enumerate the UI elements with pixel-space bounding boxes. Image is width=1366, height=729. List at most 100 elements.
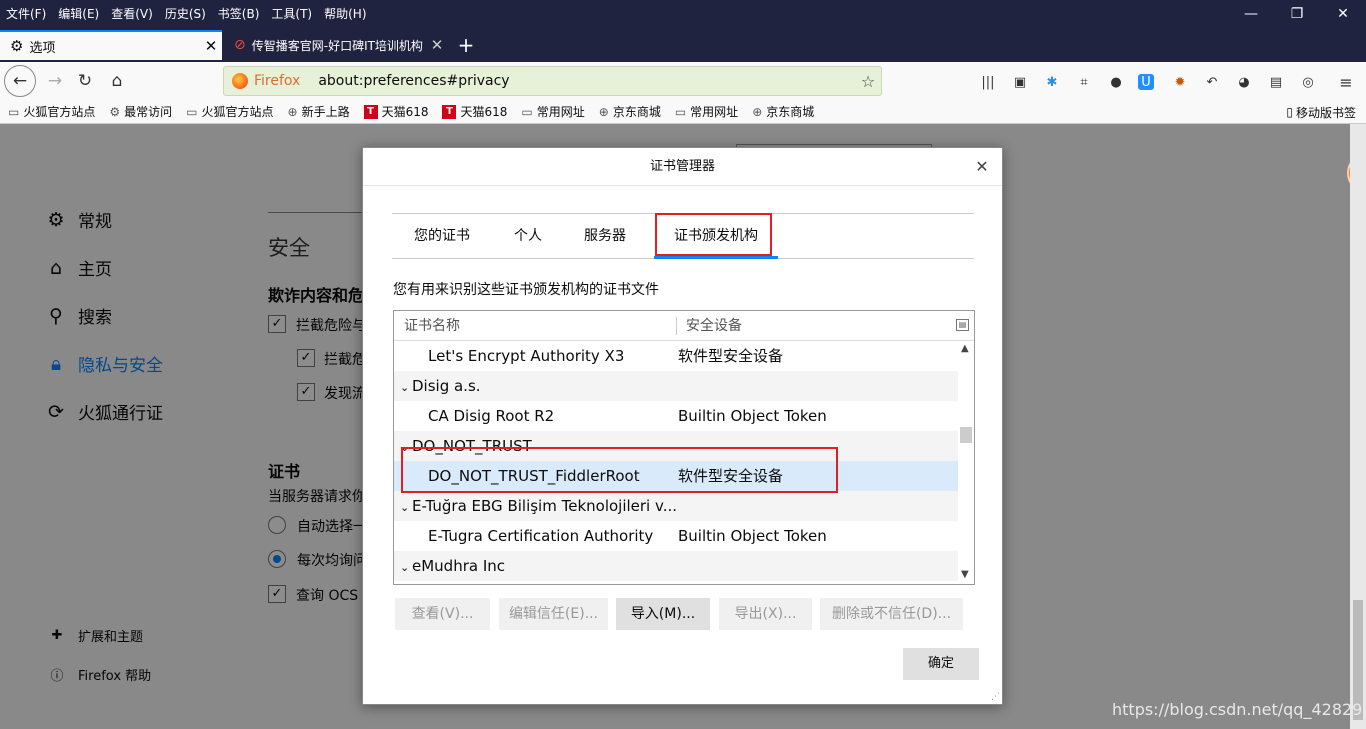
tree-row[interactable]: E-Tugra Certification Authority Builtin …	[394, 521, 958, 551]
minimize-button[interactable]: —	[1228, 0, 1274, 28]
globe-icon: ⊕	[752, 104, 763, 119]
close-tab-icon[interactable]: ✕	[200, 37, 222, 55]
u-extension-icon[interactable]: U	[1138, 74, 1154, 90]
tab-options[interactable]: ⚙ 选项 ✕	[0, 30, 222, 60]
menu-edit[interactable]: 编辑(E)	[52, 5, 105, 23]
tree-row[interactable]: CA Disig Root R2 Builtin Object Token	[394, 401, 958, 431]
tab-title: 选项	[29, 40, 56, 56]
column-cert-name[interactable]: 证书名称	[404, 311, 460, 341]
tree-group-row[interactable]: ⌄ Disig a.s.	[394, 371, 958, 401]
menu-tools[interactable]: 工具(T)	[265, 5, 318, 23]
globe-icon: ⊕	[598, 104, 609, 119]
bookmark-item[interactable]: T 天猫618	[363, 103, 428, 120]
close-tab-icon[interactable]: ✕	[426, 36, 448, 54]
bookmark-item[interactable]: ⊕ 京东商城	[752, 103, 814, 120]
phone-icon: ▯	[1286, 105, 1293, 119]
delete-distrust-button[interactable]: 删除或不信任(D)...	[820, 598, 963, 630]
resize-grip-icon[interactable]: ⋰	[991, 692, 1000, 702]
scroll-up-icon[interactable]: ▲	[961, 343, 969, 354]
account-icon[interactable]: ◎	[1298, 73, 1318, 91]
tree-group-row[interactable]: ⌄ E-Tuğra EBG Bilişim Teknolojileri v...	[394, 491, 958, 521]
library-icon[interactable]: |||	[978, 73, 998, 91]
folder-icon: ▭	[186, 104, 198, 119]
menu-history[interactable]: 历史(S)	[159, 5, 212, 23]
menu-bar: 文件(F) 编辑(E) 查看(V) 历史(S) 书签(B) 工具(T) 帮助(H…	[0, 0, 1366, 28]
bookmark-item[interactable]: ⚙ 最常访问	[109, 103, 172, 120]
bug-icon[interactable]: ✱	[1042, 73, 1062, 91]
folder-icon: ▭	[674, 104, 687, 119]
scroll-down-icon[interactable]: ▼	[961, 569, 969, 580]
forward-button[interactable]: →	[40, 66, 70, 96]
bookmarks-bar: ▭ 火狐官方站点 ⚙ 最常访问 ▭ 火狐官方站点 ⊕ 新手上路 T 天猫618 T 天猫61…	[0, 100, 1366, 124]
bookmark-item[interactable]: ⊕ 新手上路	[288, 103, 350, 120]
bookmark-item[interactable]: ⊕ 京东商城	[599, 103, 661, 120]
menu-help[interactable]: 帮助(H)	[318, 5, 372, 23]
menu-view[interactable]: 查看(V)	[105, 5, 159, 23]
certificate-manager-dialog: 证书管理器 ✕ 您的证书 个人 服务器 证书颁发机构 您有用来识别这些证书颁发机…	[362, 147, 1003, 705]
highlight-box-tab	[655, 213, 772, 256]
view-button[interactable]: 查看(V)...	[395, 598, 490, 630]
tab-your-certificates[interactable]: 您的证书	[397, 214, 487, 259]
bookmark-item[interactable]: ▭ 常用网址	[675, 103, 738, 120]
gamepad-icon[interactable]: ◕	[1234, 73, 1254, 91]
firefox-icon	[232, 73, 248, 89]
export-button[interactable]: 导出(X)...	[719, 598, 812, 630]
reload-icon: ↻	[77, 71, 93, 91]
home-icon: ⌂	[111, 71, 123, 91]
highlight-box-row	[401, 447, 838, 493]
gear-icon: ⚙	[10, 37, 24, 55]
folder-icon: ▭	[521, 104, 533, 119]
gear-extension-icon[interactable]: ✹	[1170, 73, 1190, 91]
tab-servers[interactable]: 服务器	[570, 214, 640, 259]
import-button[interactable]: 导入(M)...	[616, 598, 710, 630]
url-bar[interactable]: Firefox about:preferences#privacy ☆	[223, 66, 882, 96]
column-security-device[interactable]: 安全设备	[686, 311, 742, 341]
reload-button[interactable]: ↻	[70, 66, 100, 96]
close-icon[interactable]: ✕	[972, 148, 992, 186]
bookmark-item[interactable]: ▭ 火狐官方站点	[186, 103, 273, 120]
crop-icon[interactable]: ⌗	[1074, 73, 1094, 91]
undo-icon[interactable]: ↶	[1202, 73, 1222, 91]
document-icon[interactable]: ▤	[1266, 73, 1286, 91]
bookmark-item[interactable]: ▭ 常用网址	[521, 103, 584, 120]
sidebar-icon[interactable]: ▣	[1010, 73, 1030, 91]
tab-bar: ⚙ 选项 ✕ ⊘ 传智播客官网-好口碑IT培训机构 ✕ +	[0, 28, 1366, 62]
dialog-description: 您有用来识别这些证书颁发机构的证书文件	[393, 282, 659, 298]
tree-scrollbar-thumb[interactable]	[960, 427, 972, 443]
new-tab-button[interactable]: +	[452, 30, 480, 60]
identity-label: Firefox	[254, 73, 301, 89]
gear-icon: ⚙	[109, 104, 121, 119]
dialog-title: 证书管理器	[363, 148, 1002, 186]
tab-itcast[interactable]: ⊘ 传智播客官网-好口碑IT培训机构 ✕	[226, 30, 448, 60]
nav-bar: ← → ↻ ⌂ Firefox about:preferences#privac…	[0, 62, 1366, 100]
tree-scrollbar[interactable]: ▲ ▼	[958, 341, 974, 584]
tree-row[interactable]: Let's Encrypt Authority X3 软件型安全设备	[394, 341, 958, 371]
tab-people[interactable]: 个人	[500, 214, 556, 259]
tree-group-row[interactable]: ⌄ eMudhra Inc	[394, 551, 958, 581]
ok-button[interactable]: 确定	[903, 648, 979, 680]
page-scrollbar[interactable]	[1350, 124, 1366, 729]
close-window-button[interactable]: ✕	[1320, 0, 1366, 28]
menu-bookmarks[interactable]: 书签(B)	[212, 5, 266, 23]
chevron-down-icon: ⌄	[400, 501, 410, 514]
home-button[interactable]: ⌂	[102, 66, 132, 96]
column-picker-icon[interactable]: ▤	[956, 319, 969, 331]
chevron-down-icon: ⌄	[400, 381, 410, 394]
site-icon: ⊘	[234, 37, 246, 53]
tmall-icon: T	[363, 104, 378, 119]
menu-file[interactable]: 文件(F)	[0, 5, 52, 23]
folder-icon: ▭	[8, 104, 20, 119]
bookmark-item[interactable]: ▭ 火狐官方站点	[8, 103, 95, 120]
mobile-bookmarks[interactable]: ▯ 移动版书签	[1286, 100, 1356, 124]
chat-icon[interactable]: ●	[1106, 73, 1126, 91]
star-icon[interactable]: ☆	[855, 72, 881, 91]
tmall-icon: T	[442, 104, 457, 119]
hamburger-menu-icon[interactable]: ≡	[1336, 73, 1356, 92]
bookmark-item[interactable]: T 天猫618	[442, 103, 507, 120]
watermark: https://blog.csdn.net/qq_42829320	[1112, 700, 1366, 719]
url-input[interactable]: about:preferences#privacy	[318, 73, 855, 89]
back-button[interactable]: ←	[4, 65, 36, 97]
globe-icon: ⊕	[287, 104, 298, 119]
restore-button[interactable]: ❐	[1274, 0, 1320, 28]
edit-trust-button[interactable]: 编辑信任(E)...	[499, 598, 608, 630]
